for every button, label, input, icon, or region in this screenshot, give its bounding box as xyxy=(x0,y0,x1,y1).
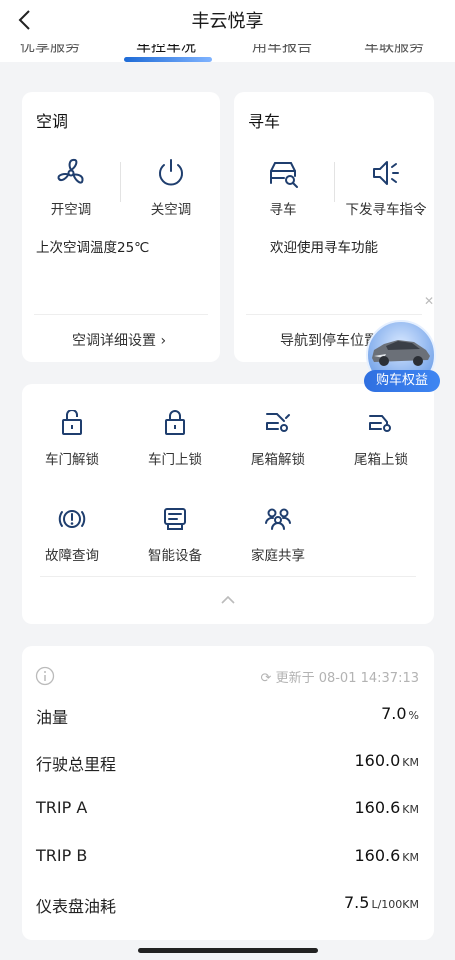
trunk-lock-button[interactable]: 尾箱上锁 xyxy=(331,410,431,468)
refresh-icon: ⟳ xyxy=(260,671,276,686)
ac-card: 空调 开空调 关空调 上次空调温度25℃ 空调详细设置 › xyxy=(22,92,220,362)
active-tab-indicator xyxy=(124,57,212,62)
find-car-card-title: 寻车 xyxy=(248,112,281,131)
trip-a-value: 160.6 KM xyxy=(354,798,419,817)
divider xyxy=(120,162,121,202)
power-icon xyxy=(159,159,183,186)
fault-query-button[interactable]: 故障查询 xyxy=(22,506,122,564)
purchase-benefits-badge[interactable]: 购车权益 xyxy=(362,320,440,392)
ac-off-button[interactable]: 关空调 xyxy=(126,156,216,218)
ac-on-label: 开空调 xyxy=(50,202,92,218)
ac-detail-settings-link[interactable]: 空调详细设置 › xyxy=(72,330,166,350)
vehicle-controls-card: 车门解锁 车门上锁 尾箱解锁 尾箱上锁 故障查询 智能设备 家庭共享 xyxy=(22,384,434,624)
tab-vehicle-control[interactable]: 车控车况 xyxy=(136,44,196,56)
car-icon xyxy=(372,340,430,366)
speaker-icon xyxy=(373,161,399,185)
fan-icon xyxy=(57,158,84,184)
info-icon[interactable] xyxy=(35,666,55,686)
smart-device-label: 智能设备 xyxy=(148,548,202,564)
trunk-open-icon xyxy=(266,413,290,432)
fault-warning-icon xyxy=(58,510,86,528)
chevron-up-icon[interactable] xyxy=(221,596,235,604)
fault-query-label: 故障查询 xyxy=(45,548,99,564)
tab-usage-report[interactable]: 用车报告 xyxy=(252,44,312,56)
trunk-unlock-button[interactable]: 尾箱解锁 xyxy=(228,410,328,468)
send-find-command-button[interactable]: 下发寻车指令 xyxy=(338,156,434,218)
close-icon[interactable]: ✕ xyxy=(424,294,434,308)
lock-icon xyxy=(165,410,185,435)
header: 丰云悦享 xyxy=(0,0,455,44)
door-unlock-label: 车门解锁 xyxy=(45,452,99,468)
find-car-label: 寻车 xyxy=(269,202,297,218)
trunk-lock-label: 尾箱上锁 xyxy=(354,452,408,468)
trunk-close-icon xyxy=(369,415,391,432)
door-lock-button[interactable]: 车门上锁 xyxy=(125,410,225,468)
fuel-consumption-label: 仪表盘油耗 xyxy=(36,897,117,916)
purchase-benefits-label: 购车权益 xyxy=(364,370,440,392)
divider xyxy=(246,314,422,315)
page-title: 丰云悦享 xyxy=(191,11,264,32)
ac-detail-settings-label: 空调详细设置 xyxy=(72,333,156,349)
send-find-command-label: 下发寻车指令 xyxy=(345,202,427,218)
divider xyxy=(40,576,416,577)
smart-device-icon xyxy=(164,508,186,530)
tab-premium-service[interactable]: 优享服务 xyxy=(20,44,80,56)
tab-connected-service[interactable]: 车联服务 xyxy=(364,44,424,56)
fuel-level-label: 油量 xyxy=(36,708,69,727)
chevron-right-icon: › xyxy=(156,333,167,349)
unlock-icon xyxy=(62,410,82,435)
update-time: 更新于 08-01 14:37:13 xyxy=(275,671,419,686)
home-indicator xyxy=(138,948,318,953)
trip-a-label: TRIP A xyxy=(36,798,88,817)
trip-b-value: 160.6 KM xyxy=(354,846,419,865)
tab-bar: 优享服务 车控车况 用车报告 车联服务 xyxy=(0,44,455,62)
family-share-icon xyxy=(265,508,291,530)
ac-on-button[interactable]: 开空调 xyxy=(26,156,116,218)
ac-last-temp: 上次空调温度25℃ xyxy=(36,240,150,256)
family-share-label: 家庭共享 xyxy=(251,548,305,564)
fuel-consumption-value: 7.5 L/100KM xyxy=(344,893,419,912)
refresh-status[interactable]: ⟳ 更新于 08-01 14:37:13 xyxy=(261,667,419,686)
ac-card-title: 空调 xyxy=(36,112,69,131)
find-car-button[interactable]: 寻车 xyxy=(238,156,328,218)
total-mileage-value: 160.0 KM xyxy=(354,751,419,770)
divider xyxy=(334,162,335,202)
trip-b-label: TRIP B xyxy=(36,846,88,865)
ac-off-label: 关空调 xyxy=(150,202,192,218)
smart-device-button[interactable]: 智能设备 xyxy=(125,506,225,564)
door-unlock-button[interactable]: 车门解锁 xyxy=(22,410,122,468)
fuel-level-value: 7.0% xyxy=(381,704,419,723)
family-share-button[interactable]: 家庭共享 xyxy=(228,506,328,564)
door-lock-label: 车门上锁 xyxy=(148,452,202,468)
trunk-unlock-label: 尾箱解锁 xyxy=(251,452,305,468)
total-mileage-label: 行驶总里程 xyxy=(36,755,117,774)
car-search-icon xyxy=(270,162,298,188)
find-car-welcome: 欢迎使用寻车功能 xyxy=(270,240,378,256)
divider xyxy=(34,314,208,315)
